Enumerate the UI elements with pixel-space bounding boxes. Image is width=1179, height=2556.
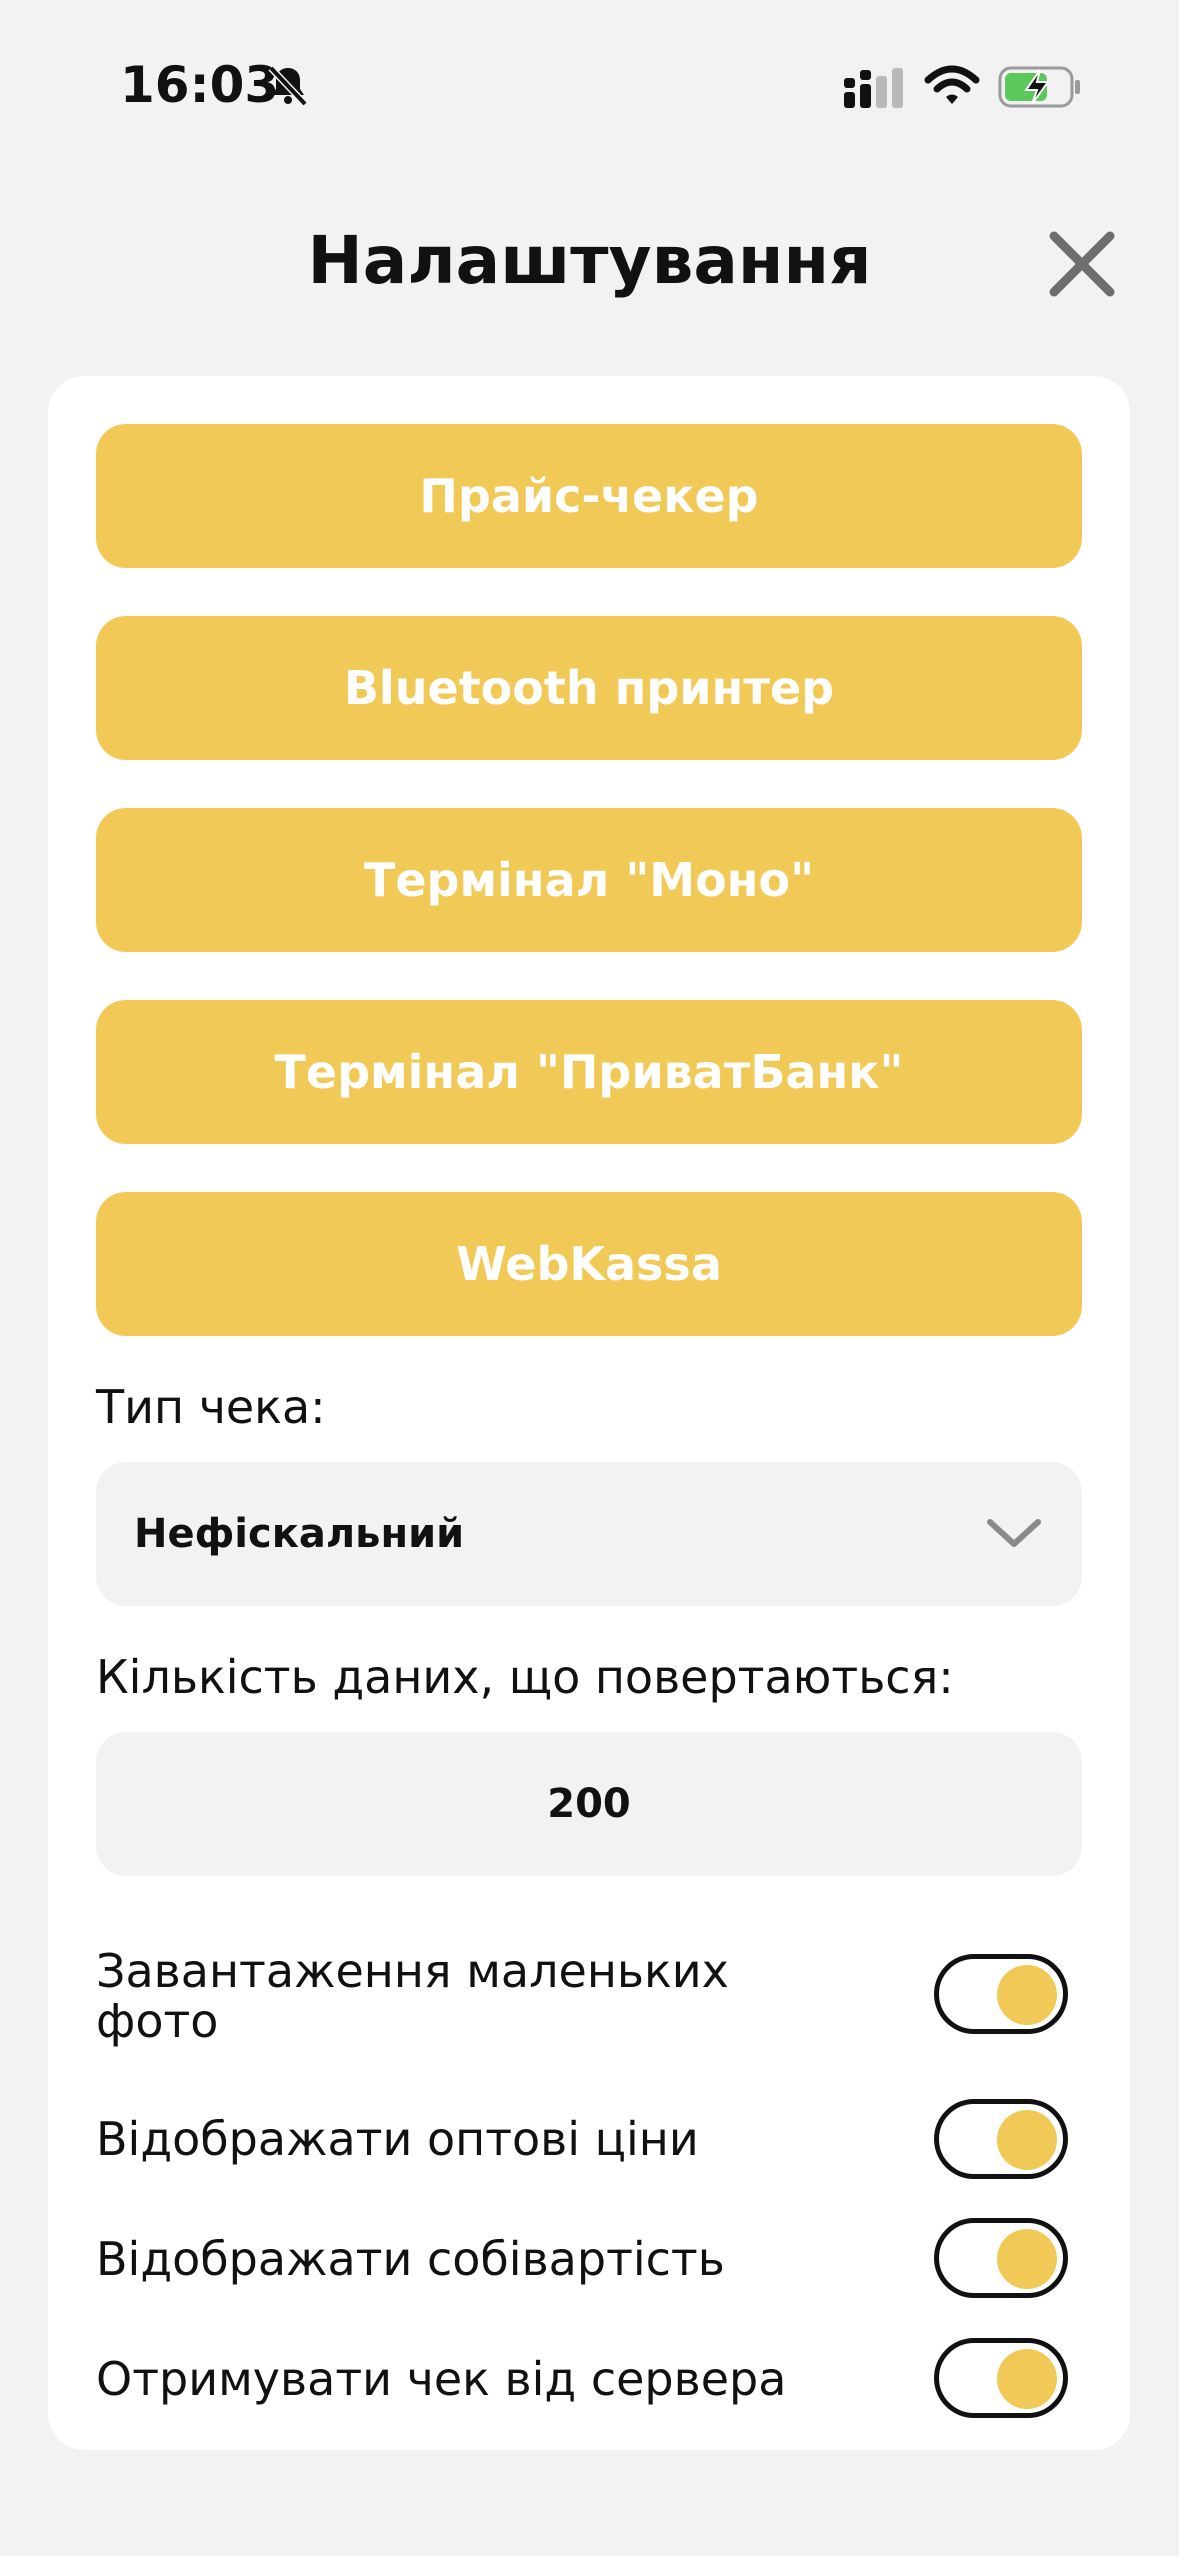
toggle-knob: [997, 1965, 1057, 2025]
toggle-label-server-receipt: Отримувати чек від сервера: [96, 2352, 787, 2406]
battery-charging-icon: [998, 66, 1080, 108]
wifi-icon: [924, 65, 980, 104]
price-checker-button[interactable]: Прайс-чекер: [96, 424, 1082, 568]
privatbank-terminal-button[interactable]: Термінал "ПриватБанк": [96, 1000, 1082, 1144]
toggle-label-cost-price: Відображати собівартість: [96, 2232, 725, 2286]
bluetooth-printer-button[interactable]: Bluetooth принтер: [96, 616, 1082, 760]
data-count-value: 200: [547, 1781, 631, 1827]
cost-price-toggle[interactable]: [934, 2218, 1068, 2298]
cellular-signal-icon: [844, 68, 903, 108]
receipt-type-label: Тип чека:: [96, 1380, 326, 1434]
server-receipt-toggle[interactable]: [934, 2338, 1068, 2418]
bell-slash-icon: [268, 65, 308, 107]
toggle-knob: [997, 2229, 1057, 2289]
wholesale-prices-toggle[interactable]: [934, 2099, 1068, 2179]
data-count-input[interactable]: 200: [96, 1732, 1082, 1876]
mono-terminal-button[interactable]: Термінал "Моно": [96, 808, 1082, 952]
toggle-label-small-photos: Завантаження маленьких фото: [96, 1944, 729, 2048]
receipt-type-value: Нефіскальний: [134, 1511, 465, 1557]
webkassa-button[interactable]: WebKassa: [96, 1192, 1082, 1336]
data-count-label: Кількість даних, що повертаються:: [96, 1650, 954, 1704]
close-icon[interactable]: [1046, 228, 1118, 300]
small-photos-toggle[interactable]: [934, 1954, 1068, 2034]
status-bar: 16:03: [0, 0, 1179, 150]
status-time: 16:03: [120, 56, 280, 114]
receipt-type-select[interactable]: Нефіскальний: [96, 1462, 1082, 1606]
page-title: Налаштування: [307, 222, 872, 299]
toggle-knob: [997, 2349, 1057, 2409]
toggle-knob: [997, 2110, 1057, 2170]
chevron-down-icon: [987, 1519, 1041, 1547]
toggle-label-wholesale-prices: Відображати оптові ціни: [96, 2112, 699, 2166]
